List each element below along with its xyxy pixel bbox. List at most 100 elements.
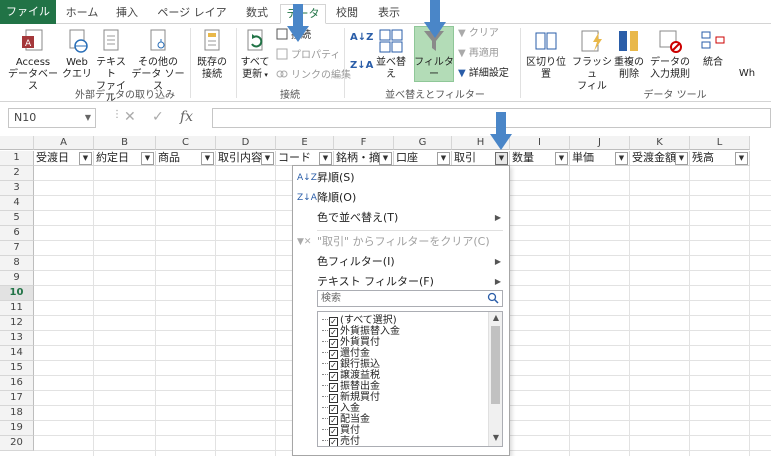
tab-home[interactable]: ホーム (62, 4, 102, 24)
sort-by-color-item[interactable]: 色で並べ替え(T) ▶ (293, 208, 509, 228)
row-header[interactable]: 16 (0, 376, 34, 391)
whatif-button[interactable]: Wh (732, 68, 762, 80)
column-header[interactable]: J (570, 136, 630, 150)
filter-value-item[interactable]: ✓ (すべて選択) (322, 315, 397, 326)
column-header[interactable]: K (630, 136, 690, 150)
filter-dropdown-icon[interactable]: ▼ (141, 152, 154, 165)
search-input[interactable]: 検索 (317, 290, 503, 307)
text-filter-item[interactable]: テキスト フィルター(F) ▶ (293, 272, 509, 292)
checkbox-icon[interactable]: ✓ (329, 317, 338, 326)
tab-insert[interactable]: 挿入 (108, 4, 146, 24)
tab-review[interactable]: 校閲 (330, 4, 364, 24)
checkbox-icon[interactable]: ✓ (329, 350, 338, 359)
filter-dropdown-icon[interactable]: ▼ (615, 152, 628, 165)
data-validation-button[interactable]: データの 入力規則 (646, 28, 694, 81)
row-header[interactable]: 6 (0, 226, 34, 241)
filter-value-item[interactable]: ✓ 外貨買付 (322, 337, 380, 348)
tab-view[interactable]: 表示 (372, 4, 406, 24)
enter-icon[interactable]: ✓ (152, 109, 164, 125)
row-header[interactable]: 11 (0, 301, 34, 316)
column-header[interactable]: G (394, 136, 452, 150)
scroll-down-icon[interactable]: ▼ (489, 433, 502, 445)
name-box[interactable]: N10 ▼ (8, 108, 96, 128)
checkbox-icon[interactable]: ✓ (329, 328, 338, 337)
remove-duplicates-button[interactable]: 重複の 削除 (614, 28, 644, 81)
filter-value-item[interactable]: ✓ 入金 (322, 403, 360, 414)
filter-dropdown-icon[interactable]: ▼ (261, 152, 274, 165)
row-header[interactable]: 8 (0, 256, 34, 271)
scroll-up-icon[interactable]: ▲ (489, 313, 502, 325)
column-header[interactable]: I (510, 136, 570, 150)
column-header[interactable]: E (276, 136, 334, 150)
sort-ascending-item[interactable]: A↓Z 昇順(S) (293, 168, 509, 188)
other-sources-button[interactable]: その他の データ ソース (130, 28, 186, 93)
refresh-all-button[interactable]: すべて 更新 ▾ (238, 28, 272, 81)
filter-dropdown-icon[interactable]: ▼ (675, 152, 688, 165)
checkbox-icon[interactable]: ✓ (329, 427, 338, 436)
clear-button[interactable]: ▼ クリア (458, 28, 499, 40)
filter-value-item[interactable]: ✓ 譲渡益税 (322, 370, 380, 381)
column-header[interactable]: C (156, 136, 216, 150)
checkbox-icon[interactable]: ✓ (329, 339, 338, 348)
edit-links-button[interactable]: リンクの編集 (276, 68, 351, 82)
filter-dropdown-icon[interactable]: ▼ (735, 152, 748, 165)
row-header[interactable]: 13 (0, 331, 34, 346)
checkbox-icon[interactable]: ✓ (329, 394, 338, 403)
filter-dropdown-icon[interactable]: ▼ (201, 152, 214, 165)
sort-za-button[interactable]: Z↓A (350, 60, 373, 72)
row-header[interactable]: 10 (0, 286, 34, 301)
clear-filter-item[interactable]: ▼✕ "取引" からフィルターをクリア(C) (293, 232, 509, 252)
text-to-columns-button[interactable]: 区切り位置 (524, 28, 568, 81)
checkbox-icon[interactable]: ✓ (329, 438, 338, 446)
filter-dropdown-icon[interactable]: ▼ (437, 152, 450, 165)
filter-dropdown-icon[interactable]: ▼ (319, 152, 332, 165)
column-header[interactable]: A (34, 136, 94, 150)
row-header[interactable]: 1 (0, 151, 34, 166)
row-header[interactable]: 2 (0, 166, 34, 181)
row-header[interactable]: 20 (0, 436, 34, 451)
filter-value-item[interactable]: ✓ 売付 (322, 436, 360, 446)
checkbox-icon[interactable]: ✓ (329, 372, 338, 381)
advanced-button[interactable]: ▼ 詳細設定 (458, 68, 509, 80)
filter-dropdown-icon[interactable]: ▼ (79, 152, 92, 165)
tab-formulas[interactable]: 数式 (238, 4, 276, 24)
filter-dropdown-icon[interactable]: ▼ (555, 152, 568, 165)
list-scrollbar[interactable]: ▲ ▼ (488, 312, 502, 446)
properties-button[interactable]: プロパティ (276, 48, 340, 62)
sort-descending-item[interactable]: Z↓A 降順(O) (293, 188, 509, 208)
checkbox-icon[interactable]: ✓ (329, 361, 338, 370)
consolidate-button[interactable]: 統合 (698, 28, 728, 69)
row-header[interactable]: 19 (0, 421, 34, 436)
tab-file[interactable]: ファイル (0, 0, 56, 24)
flash-fill-button[interactable]: フラッシュ フィル (572, 28, 612, 93)
checkbox-icon[interactable]: ✓ (329, 405, 338, 414)
filter-value-item[interactable]: ✓ 配当金 (322, 414, 370, 425)
filter-value-item[interactable]: ✓ 外貨振替入金 (322, 326, 400, 337)
sort-button[interactable]: 並べ替え (372, 28, 410, 81)
column-header[interactable]: F (334, 136, 394, 150)
row-header[interactable]: 14 (0, 346, 34, 361)
row-header[interactable]: 4 (0, 196, 34, 211)
select-all-corner[interactable] (0, 136, 34, 150)
filter-dropdown-icon[interactable]: ▼ (495, 152, 508, 165)
checkbox-icon[interactable]: ✓ (329, 416, 338, 425)
row-header[interactable]: 5 (0, 211, 34, 226)
access-button[interactable]: A Access データベース (8, 28, 58, 93)
column-header[interactable]: B (94, 136, 156, 150)
row-header[interactable]: 12 (0, 316, 34, 331)
column-header[interactable]: L (690, 136, 750, 150)
row-header[interactable]: 18 (0, 406, 34, 421)
cancel-icon[interactable]: ✕ (124, 109, 136, 125)
filter-value-item[interactable]: ✓ 銀行振込 (322, 359, 380, 370)
row-header[interactable]: 7 (0, 241, 34, 256)
row-header[interactable]: 9 (0, 271, 34, 286)
color-filter-item[interactable]: 色フィルター(I) ▶ (293, 252, 509, 272)
reapply-button[interactable]: ▼ 再適用 (458, 48, 499, 60)
existing-connections-button[interactable]: 既存の 接続 (194, 28, 230, 81)
insert-function-icon[interactable]: fx (180, 109, 193, 125)
sort-az-button[interactable]: A↓Z (350, 32, 373, 44)
filter-value-item[interactable]: ✓ 新規買付 (322, 392, 380, 403)
column-header[interactable]: D (216, 136, 276, 150)
row-header[interactable]: 3 (0, 181, 34, 196)
filter-value-item[interactable]: ✓ 還付金 (322, 348, 370, 359)
